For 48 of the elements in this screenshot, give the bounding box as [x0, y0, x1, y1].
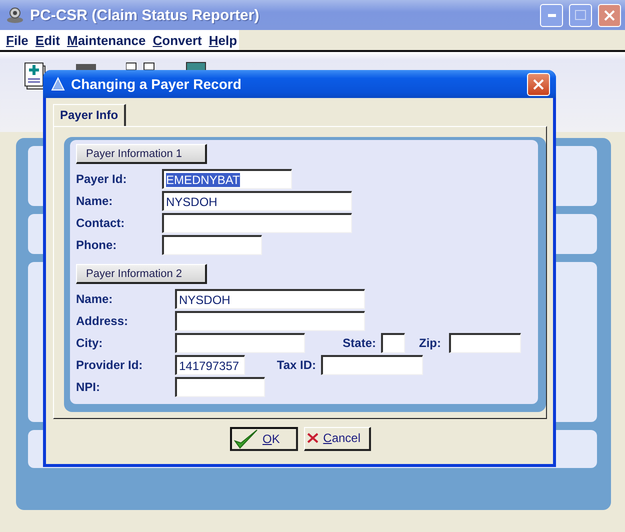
- input-field[interactable]: [175, 311, 365, 331]
- menu-item[interactable]: Maintenance: [66, 32, 146, 48]
- input-field[interactable]: [381, 333, 405, 353]
- close-icon: [533, 78, 544, 90]
- input-field[interactable]: [175, 377, 265, 397]
- input-field[interactable]: [162, 213, 352, 233]
- dialog-title: Changing a Payer Record: [71, 76, 242, 92]
- app-icon: [6, 6, 24, 24]
- field-label: Name:: [76, 194, 114, 208]
- field-label: Address:: [76, 314, 130, 328]
- toolbar-icon[interactable]: [76, 62, 96, 70]
- field-label: Payer Id:: [76, 172, 128, 186]
- field-label: Name:: [76, 292, 114, 306]
- check-icon: [234, 428, 258, 448]
- field-label: State:: [342, 336, 377, 350]
- close-icon: [604, 10, 615, 20]
- menu-item[interactable]: Help: [208, 32, 238, 48]
- cancel-button[interactable]: Cancel: [304, 426, 370, 450]
- close-button[interactable]: [527, 72, 550, 96]
- input-field[interactable]: NYSDOH: [175, 289, 365, 309]
- section-button[interactable]: Payer Information 2: [76, 264, 207, 284]
- menu-item[interactable]: Convert: [152, 32, 202, 48]
- toolbar-icon[interactable]: [126, 62, 156, 70]
- menu-item[interactable]: File: [6, 32, 28, 48]
- window-title: PC-CSR (Claim Status Reporter): [30, 6, 260, 24]
- input-field[interactable]: [321, 355, 423, 375]
- close-button[interactable]: [598, 4, 621, 26]
- field-label: Tax ID:: [276, 358, 317, 372]
- minimize-icon: [548, 14, 556, 16]
- menu-item[interactable]: Edit: [35, 32, 60, 48]
- tab[interactable]: Payer Info: [53, 104, 126, 126]
- input-field[interactable]: EMEDNYBAT: [162, 169, 292, 189]
- input-field[interactable]: [175, 333, 305, 353]
- maximize-icon: [575, 10, 586, 20]
- field-label: Phone:: [76, 238, 118, 252]
- input-field[interactable]: [162, 235, 262, 255]
- new-document-icon[interactable]: [24, 62, 46, 90]
- input-field[interactable]: [449, 333, 521, 353]
- ok-button[interactable]: OK: [230, 426, 298, 450]
- section-button[interactable]: Payer Information 1: [76, 144, 207, 164]
- input-field[interactable]: 141797357: [175, 355, 245, 375]
- field-label: Zip:: [419, 336, 442, 350]
- field-label: Provider Id:: [76, 358, 144, 372]
- triangle-icon: [51, 77, 65, 91]
- field-label: City:: [76, 336, 104, 350]
- input-field[interactable]: NYSDOH: [162, 191, 352, 211]
- field-label: NPI:: [76, 380, 101, 394]
- field-label: Contact:: [76, 216, 126, 230]
